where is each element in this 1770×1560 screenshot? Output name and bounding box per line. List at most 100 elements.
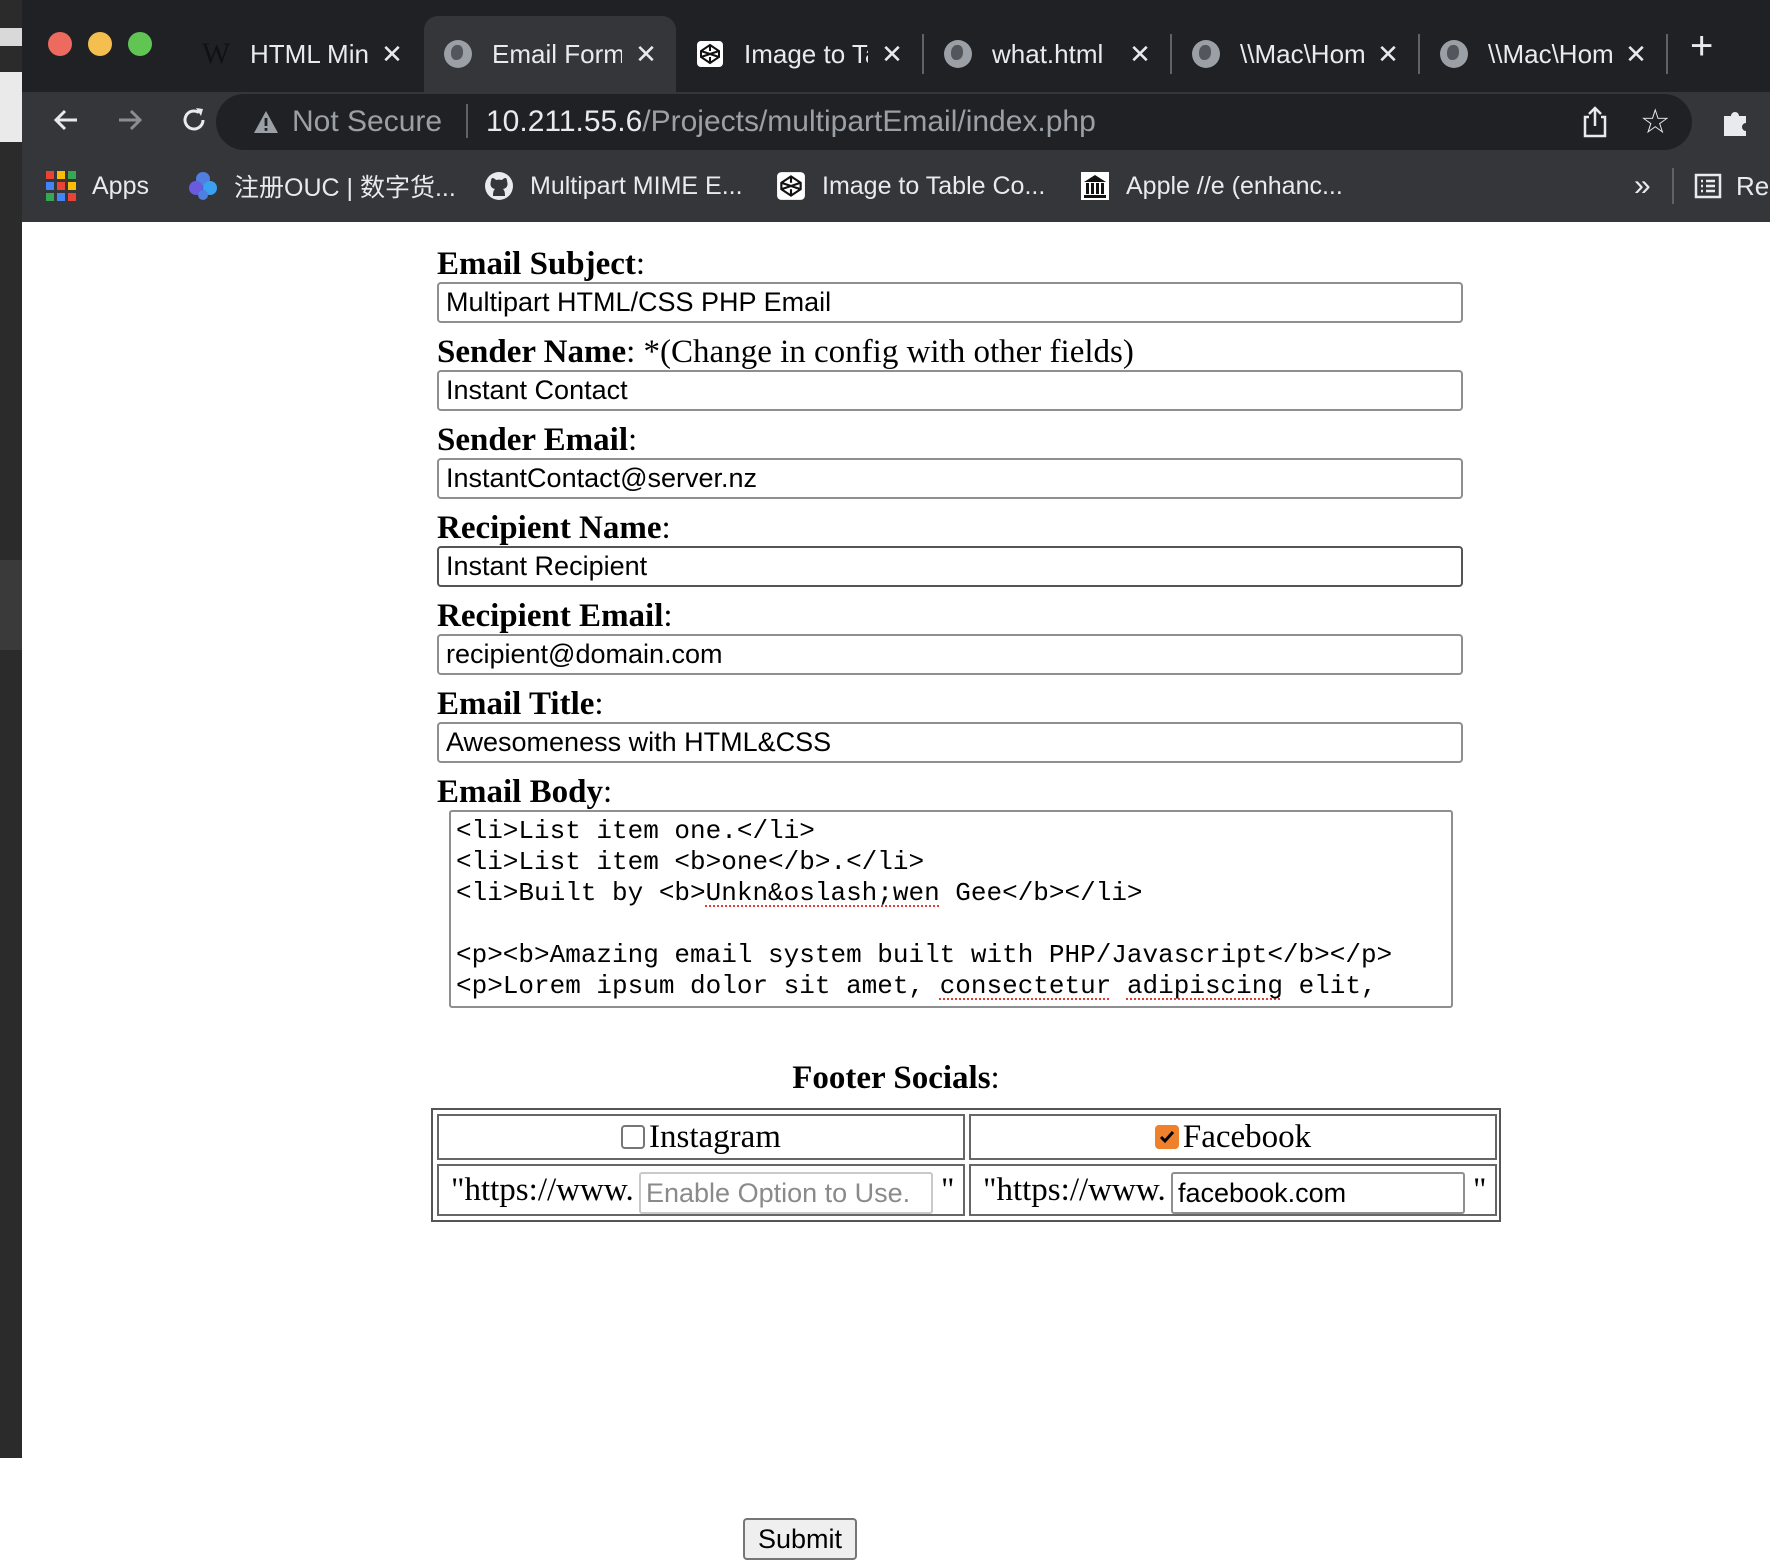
close-tab-icon[interactable]: ✕ — [1622, 39, 1650, 70]
window-zoom-button[interactable] — [128, 32, 152, 56]
socials-table: Instagram Facebook "https://www. Enable … — [431, 1108, 1501, 1222]
bookmark-label: Image to Table Co... — [822, 171, 1046, 200]
codepen-icon — [776, 171, 806, 201]
security-status[interactable]: Not Secure — [292, 100, 442, 144]
tab-title: \\Mac\Hom — [1240, 38, 1364, 69]
url-text[interactable]: 10.211.55.6/Projects/multipartEmail/inde… — [486, 100, 1096, 144]
codepen-icon — [696, 40, 724, 68]
email-body-label: Email Body: — [437, 774, 613, 810]
museum-icon — [1080, 171, 1110, 201]
bookmark-label: Apps — [92, 171, 149, 200]
tab-mac-home-2[interactable]: \\Mac\Hom ✕ — [1420, 16, 1666, 92]
close-tab-icon[interactable]: ✕ — [1374, 39, 1402, 70]
bookmark-apple-iie[interactable]: Apple //e (enhanc... — [1080, 164, 1343, 208]
background-window-fragment — [0, 28, 22, 46]
url-host: 10.211.55.6 — [486, 105, 643, 138]
page-content: Email Subject: Multipart HTML/CSS PHP Em… — [22, 222, 1770, 1560]
tab-title: what.html — [992, 38, 1104, 69]
recipient-email-label: Recipient Email: — [437, 598, 673, 634]
sender-name-input[interactable]: Instant Contact — [437, 370, 1463, 411]
new-tab-button[interactable]: + — [1690, 26, 1713, 66]
bookmark-ouc[interactable]: 注册OUC | 数字货... — [188, 164, 456, 208]
reading-list-icon — [1694, 173, 1722, 199]
bookmarks-divider — [1672, 168, 1674, 204]
bookmark-star-icon[interactable]: ☆ — [1640, 102, 1670, 142]
tab-html-mini[interactable]: W HTML Mini ✕ — [182, 16, 422, 92]
warning-icon — [254, 111, 278, 133]
instagram-checkbox[interactable] — [621, 1125, 646, 1149]
body-line: <p><b>Amazing email system built with PH… — [456, 940, 1393, 970]
url-suffix: " — [941, 1172, 955, 1208]
url-prefix: "https://www. — [983, 1172, 1166, 1208]
sender-email-input[interactable]: InstantContact@server.nz — [437, 458, 1463, 499]
email-title-label: Email Title: — [437, 686, 604, 722]
bookmark-multipart-mime[interactable]: Multipart MIME E... — [484, 164, 743, 208]
github-icon — [484, 171, 514, 201]
body-line: <li>List item one.</li> — [456, 816, 815, 846]
bookmark-label: Multipart MIME E... — [530, 171, 743, 200]
url-path: /Projects/multipartEmail/index.php — [642, 105, 1096, 138]
share-icon[interactable] — [1578, 104, 1612, 140]
url-suffix: " — [1473, 1172, 1487, 1208]
bookmark-apps[interactable]: Apps — [46, 164, 149, 208]
background-window-edge — [0, 0, 22, 1458]
reading-list-button[interactable]: Re — [1694, 164, 1769, 208]
submit-button[interactable]: Submit — [743, 1518, 857, 1560]
back-button[interactable] — [44, 98, 88, 142]
url-prefix: "https://www. — [451, 1172, 634, 1208]
globe-icon — [1440, 40, 1468, 68]
reading-list-label: Re — [1736, 171, 1770, 201]
bookmark-label: Apple //e (enhanc... — [1126, 171, 1343, 200]
reload-icon — [183, 108, 205, 131]
facebook-url-input[interactable]: facebook.com — [1171, 1172, 1465, 1214]
email-body-textarea[interactable]: <li>List item one.</li> <li>List item <b… — [449, 810, 1453, 1008]
window-close-button[interactable] — [48, 32, 72, 56]
close-tab-icon[interactable]: ✕ — [378, 39, 406, 70]
checkmark-icon — [1159, 1131, 1174, 1144]
extensions-puzzle-icon[interactable] — [1718, 104, 1752, 140]
sender-name-label: Sender Name: *(Change in config with oth… — [437, 334, 1134, 370]
instagram-url-input[interactable]: Enable Option to Use. — [639, 1172, 933, 1214]
close-tab-icon[interactable]: ✕ — [632, 39, 660, 70]
body-line: <li>List item <b>one</b>.</li> — [456, 847, 925, 877]
instagram-toggle-cell[interactable]: Instagram — [437, 1114, 965, 1160]
recipient-email-input[interactable]: recipient@domain.com — [437, 634, 1463, 675]
close-tab-icon[interactable]: ✕ — [878, 39, 906, 70]
window-minimize-button[interactable] — [88, 32, 112, 56]
facebook-url-cell: "https://www. facebook.com " — [969, 1164, 1497, 1216]
tab-mac-home-1[interactable]: \\Mac\Hom ✕ — [1172, 16, 1418, 92]
sender-name-note: *(Change in config with other fields) — [635, 334, 1134, 370]
background-window-fragment — [0, 560, 22, 650]
globe-icon — [1192, 40, 1220, 68]
bookmark-image-to-table[interactable]: Image to Table Co... — [776, 164, 1045, 208]
instagram-label: Instagram — [649, 1118, 781, 1155]
tab-divider — [1666, 34, 1668, 74]
tab-title: Email Form — [492, 38, 622, 69]
forward-button[interactable] — [108, 98, 152, 142]
recipient-name-input[interactable]: Instant Recipient — [437, 546, 1463, 587]
arrow-left-icon — [53, 109, 77, 131]
tab-email-form[interactable]: Email Form ✕ — [424, 16, 676, 92]
tab-image-to-table[interactable]: Image to Ta ✕ — [676, 16, 922, 92]
tab-title: \\Mac\Hom — [1488, 38, 1612, 69]
address-divider — [466, 104, 468, 138]
globe-icon — [944, 40, 972, 68]
wikipedia-icon: W — [201, 37, 231, 70]
bookmark-label: 注册OUC | 数字货... — [234, 174, 456, 202]
body-line: <p>Lorem ipsum dolor sit amet, consectet… — [456, 971, 1377, 1001]
reload-button[interactable] — [172, 98, 216, 142]
facebook-checkbox[interactable] — [1154, 1125, 1179, 1149]
recipient-name-label: Recipient Name: — [437, 510, 671, 546]
misspelled-word: adipiscing — [1126, 971, 1283, 1001]
globe-icon — [444, 40, 472, 68]
email-title-input[interactable]: Awesomeness with HTML&CSS — [437, 722, 1463, 763]
tab-title: HTML Mini — [250, 38, 368, 69]
bookmarks-overflow-button[interactable]: » — [1634, 164, 1651, 208]
email-subject-input[interactable]: Multipart HTML/CSS PHP Email — [437, 282, 1463, 323]
close-tab-icon[interactable]: ✕ — [1126, 39, 1154, 70]
apps-grid-icon — [46, 171, 76, 201]
misspelled-word: consectetur — [939, 971, 1112, 1001]
facebook-toggle-cell[interactable]: Facebook — [969, 1114, 1497, 1160]
tab-what-html[interactable]: what.html ✕ — [924, 16, 1170, 92]
ouc-icon — [188, 171, 218, 201]
